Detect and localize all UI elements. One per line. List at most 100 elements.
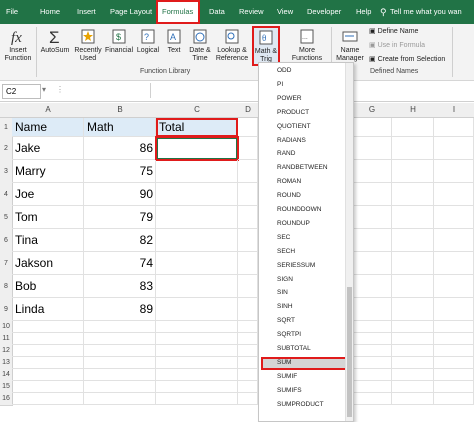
menu-item-rand[interactable]: RAND	[277, 150, 295, 157]
column-header-c[interactable]: C	[156, 103, 239, 118]
financial-button[interactable]: $ Financial	[104, 27, 134, 67]
autosum-button[interactable]: Σ AutoSum	[38, 27, 72, 67]
cell[interactable]	[84, 393, 156, 405]
cell[interactable]	[238, 252, 258, 275]
math-score-cell[interactable]: 89	[84, 298, 156, 321]
cell[interactable]	[84, 369, 156, 381]
cell[interactable]	[156, 229, 238, 252]
cell[interactable]	[12, 381, 84, 393]
cell[interactable]	[238, 118, 258, 137]
cell[interactable]	[352, 321, 392, 333]
menu-item-roundup[interactable]: ROUNDUP	[277, 220, 310, 227]
menu-item-odd[interactable]: ODD	[277, 67, 291, 74]
cell[interactable]	[156, 252, 238, 275]
text-button[interactable]: A Text	[162, 27, 186, 67]
cell[interactable]	[434, 252, 474, 275]
cell[interactable]	[12, 333, 84, 345]
cell[interactable]	[392, 369, 434, 381]
cell[interactable]	[352, 183, 392, 206]
menu-item-sqrt[interactable]: SQRT	[277, 317, 295, 324]
cell[interactable]	[238, 369, 258, 381]
cell[interactable]	[392, 357, 434, 369]
menu-item-sumifs[interactable]: SUMIFS	[277, 387, 302, 394]
menu-item-sumif[interactable]: SUMIF	[277, 373, 297, 380]
cell[interactable]	[84, 345, 156, 357]
tab-view[interactable]: View	[277, 0, 293, 24]
cell[interactable]	[352, 393, 392, 405]
cell[interactable]	[434, 321, 474, 333]
more-functions-button[interactable]: ... More Functions	[290, 27, 324, 67]
cell[interactable]	[238, 206, 258, 229]
column-header-g[interactable]: G	[352, 103, 393, 118]
table-header-cell[interactable]: Total	[156, 118, 238, 137]
column-header-a[interactable]: A	[12, 103, 85, 118]
menu-item-round[interactable]: ROUND	[277, 192, 301, 199]
cell[interactable]	[434, 298, 474, 321]
menu-item-sumproduct[interactable]: SUMPRODUCT	[277, 401, 324, 408]
logical-button[interactable]: ? Logical	[134, 27, 162, 67]
cell[interactable]	[352, 345, 392, 357]
cell[interactable]	[434, 183, 474, 206]
math-score-cell[interactable]: 75	[84, 160, 156, 183]
name-box[interactable]: C2	[2, 84, 41, 99]
cell[interactable]	[392, 321, 434, 333]
cell[interactable]	[352, 333, 392, 345]
cell[interactable]	[352, 206, 392, 229]
tell-me-input[interactable]: Tell me what you wan	[390, 0, 462, 24]
cell[interactable]	[156, 183, 238, 206]
cell[interactable]	[84, 357, 156, 369]
cell[interactable]	[156, 321, 238, 333]
cell[interactable]	[434, 206, 474, 229]
lookup-reference-button[interactable]: Lookup & Reference	[214, 27, 250, 67]
menu-item-sech[interactable]: SECH	[277, 248, 295, 255]
cell[interactable]	[352, 137, 392, 160]
menu-item-radians[interactable]: RADIANS	[277, 137, 306, 144]
cell[interactable]	[156, 369, 238, 381]
column-header-b[interactable]: B	[84, 103, 157, 118]
menu-item-rounddown[interactable]: ROUNDDOWN	[277, 206, 321, 213]
name-manager-button[interactable]: Name Manager	[333, 27, 367, 67]
math-score-cell[interactable]: 86	[84, 137, 156, 160]
cell[interactable]	[12, 321, 84, 333]
table-header-cell[interactable]: Math	[84, 118, 156, 137]
cell[interactable]	[84, 381, 156, 393]
cell[interactable]	[434, 137, 474, 160]
cell[interactable]	[434, 333, 474, 345]
menu-item-sec[interactable]: SEC	[277, 234, 290, 241]
column-header-i[interactable]: I	[434, 103, 474, 118]
insert-function-button[interactable]: fx Insert Function	[2, 27, 34, 67]
menu-item-quotient[interactable]: QUOTIENT	[277, 123, 311, 130]
name-box-dropdown-icon[interactable]: ▾	[42, 85, 46, 94]
math-score-cell[interactable]: 83	[84, 275, 156, 298]
math-trig-button[interactable]: θ Math & Trig	[252, 26, 280, 66]
cell[interactable]	[392, 252, 434, 275]
cell[interactable]	[238, 321, 258, 333]
menu-item-sqrtpi[interactable]: SQRTPI	[277, 331, 301, 338]
cell[interactable]	[352, 229, 392, 252]
name-cell[interactable]: Linda	[12, 298, 84, 321]
define-name-button[interactable]: ▣ Define Name	[369, 27, 418, 35]
cell[interactable]	[238, 298, 258, 321]
cell[interactable]	[156, 345, 238, 357]
cell[interactable]	[392, 137, 434, 160]
cell[interactable]	[238, 183, 258, 206]
cell[interactable]	[352, 369, 392, 381]
active-cell-c2[interactable]	[155, 136, 239, 161]
math-score-cell[interactable]: 79	[84, 206, 156, 229]
cell[interactable]	[434, 393, 474, 405]
menu-item-power[interactable]: POWER	[277, 95, 302, 102]
tab-review[interactable]: Review	[239, 0, 264, 24]
tab-help[interactable]: Help	[356, 0, 371, 24]
menu-item-sinh[interactable]: SINH	[277, 303, 293, 310]
cell[interactable]	[434, 229, 474, 252]
math-score-cell[interactable]: 82	[84, 229, 156, 252]
name-cell[interactable]: Bob	[12, 275, 84, 298]
name-cell[interactable]: Joe	[12, 183, 84, 206]
cell[interactable]	[238, 137, 258, 160]
table-header-cell[interactable]: Name	[12, 118, 84, 137]
cell[interactable]	[84, 333, 156, 345]
cell[interactable]	[238, 381, 258, 393]
cell[interactable]	[434, 160, 474, 183]
column-header-h[interactable]: H	[392, 103, 435, 118]
cell[interactable]	[392, 345, 434, 357]
